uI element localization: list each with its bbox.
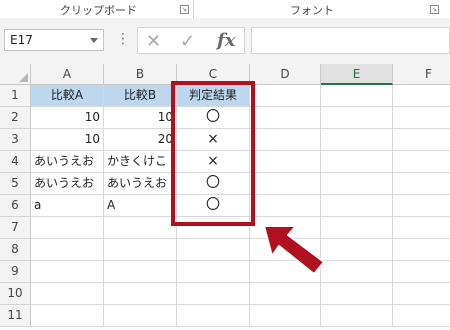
ribbon-group-labels: クリップボード ↘ フォント ↘ (0, 0, 450, 19)
cell-d2[interactable] (250, 107, 321, 129)
resize-handle-icon[interactable]: ⋮ (116, 31, 130, 47)
arrow-pointing-up-left-icon (263, 225, 325, 275)
cell-d3[interactable] (250, 129, 321, 151)
name-box[interactable]: E17 (4, 29, 104, 51)
cell-d5[interactable] (250, 173, 321, 195)
cell-f4[interactable] (393, 151, 450, 173)
clipboard-dialog-launcher-icon[interactable]: ↘ (180, 5, 189, 14)
cell-f8[interactable] (393, 239, 450, 261)
cell-a2[interactable]: 10 (31, 107, 104, 129)
select-all-button[interactable] (0, 64, 31, 85)
row-header-2[interactable]: 2 (0, 107, 31, 129)
cell-a7[interactable] (31, 217, 104, 239)
column-header-e[interactable]: E (321, 64, 393, 85)
cell-a11[interactable] (31, 305, 104, 327)
cell-e3[interactable] (321, 129, 393, 151)
cell-c10[interactable] (177, 283, 250, 305)
cell-e10[interactable] (321, 283, 393, 305)
insert-function-icon[interactable]: fx (217, 30, 235, 51)
cell-f10[interactable] (393, 283, 450, 305)
row-header-5[interactable]: 5 (0, 173, 31, 195)
row-header-6[interactable]: 6 (0, 195, 31, 217)
column-header-a[interactable]: A (31, 64, 104, 85)
cell-d6[interactable] (250, 195, 321, 217)
formula-input[interactable] (251, 27, 450, 54)
cell-f9[interactable] (393, 261, 450, 283)
cancel-icon[interactable]: ✕ (146, 31, 161, 52)
cell-f11[interactable] (393, 305, 450, 327)
cell-e11[interactable] (321, 305, 393, 327)
cell-e5[interactable] (321, 173, 393, 195)
cell-c11[interactable] (177, 305, 250, 327)
cell-a5[interactable]: あいうえお (31, 173, 104, 195)
cell-b9[interactable] (104, 261, 177, 283)
row-header-11[interactable]: 11 (0, 305, 31, 327)
cell-b11[interactable] (104, 305, 177, 327)
cell-f1[interactable] (393, 85, 450, 107)
cell-b2[interactable]: 10 (104, 107, 177, 129)
name-box-value: E17 (10, 33, 33, 47)
cell-e8[interactable] (321, 239, 393, 261)
cell-b5[interactable]: あいうえお (104, 173, 177, 195)
cell-b6[interactable]: A (104, 195, 177, 217)
chevron-down-icon[interactable] (90, 38, 98, 43)
cell-d4[interactable] (250, 151, 321, 173)
cell-b7[interactable] (104, 217, 177, 239)
cell-f3[interactable] (393, 129, 450, 151)
cell-e6[interactable] (321, 195, 393, 217)
cell-b1[interactable]: 比較B (104, 85, 177, 107)
cell-c9[interactable] (177, 261, 250, 283)
cell-e2[interactable] (321, 107, 393, 129)
ribbon-group-separator (193, 0, 194, 18)
cell-a1[interactable]: 比較A (31, 85, 104, 107)
column-header-f[interactable]: F (393, 64, 450, 85)
cell-e4[interactable] (321, 151, 393, 173)
cell-d10[interactable] (250, 283, 321, 305)
cell-b10[interactable] (104, 283, 177, 305)
cell-a6[interactable]: a (31, 195, 104, 217)
column-header-b[interactable]: B (104, 64, 177, 85)
cell-b3[interactable]: 20 (104, 129, 177, 151)
formula-bar: E17 ⋮ ✕ ✓ fx (0, 18, 450, 65)
cell-f7[interactable] (393, 217, 450, 239)
row-header-1[interactable]: 1 (0, 85, 31, 107)
cell-d1[interactable] (250, 85, 321, 107)
cell-a3[interactable]: 10 (31, 129, 104, 151)
select-all-triangle-icon (19, 73, 28, 82)
cell-b8[interactable] (104, 239, 177, 261)
cell-f2[interactable] (393, 107, 450, 129)
cell-f5[interactable] (393, 173, 450, 195)
cell-e9[interactable] (321, 261, 393, 283)
row-header-10[interactable]: 10 (0, 283, 31, 305)
cell-a4[interactable]: あいうえお (31, 151, 104, 173)
font-dialog-launcher-icon[interactable]: ↘ (430, 5, 439, 14)
row-header-8[interactable]: 8 (0, 239, 31, 261)
clipboard-group-label: クリップボード (60, 4, 137, 17)
cell-a10[interactable] (31, 283, 104, 305)
font-group-label: フォント (290, 4, 334, 17)
cell-b4[interactable]: かきくけこ (104, 151, 177, 173)
enter-check-icon[interactable]: ✓ (180, 31, 195, 52)
highlight-rectangle (171, 81, 255, 226)
row-header-7[interactable]: 7 (0, 217, 31, 239)
cell-a8[interactable] (31, 239, 104, 261)
cell-e1[interactable] (321, 85, 393, 107)
column-header-d[interactable]: D (250, 64, 321, 85)
formula-buttons: ✕ ✓ fx (137, 27, 245, 54)
cell-c8[interactable] (177, 239, 250, 261)
cell-d11[interactable] (250, 305, 321, 327)
cell-a9[interactable] (31, 261, 104, 283)
row-header-3[interactable]: 3 (0, 129, 31, 151)
cell-f6[interactable] (393, 195, 450, 217)
cell-e7[interactable] (321, 217, 393, 239)
row-header-9[interactable]: 9 (0, 261, 31, 283)
row-header-4[interactable]: 4 (0, 151, 31, 173)
